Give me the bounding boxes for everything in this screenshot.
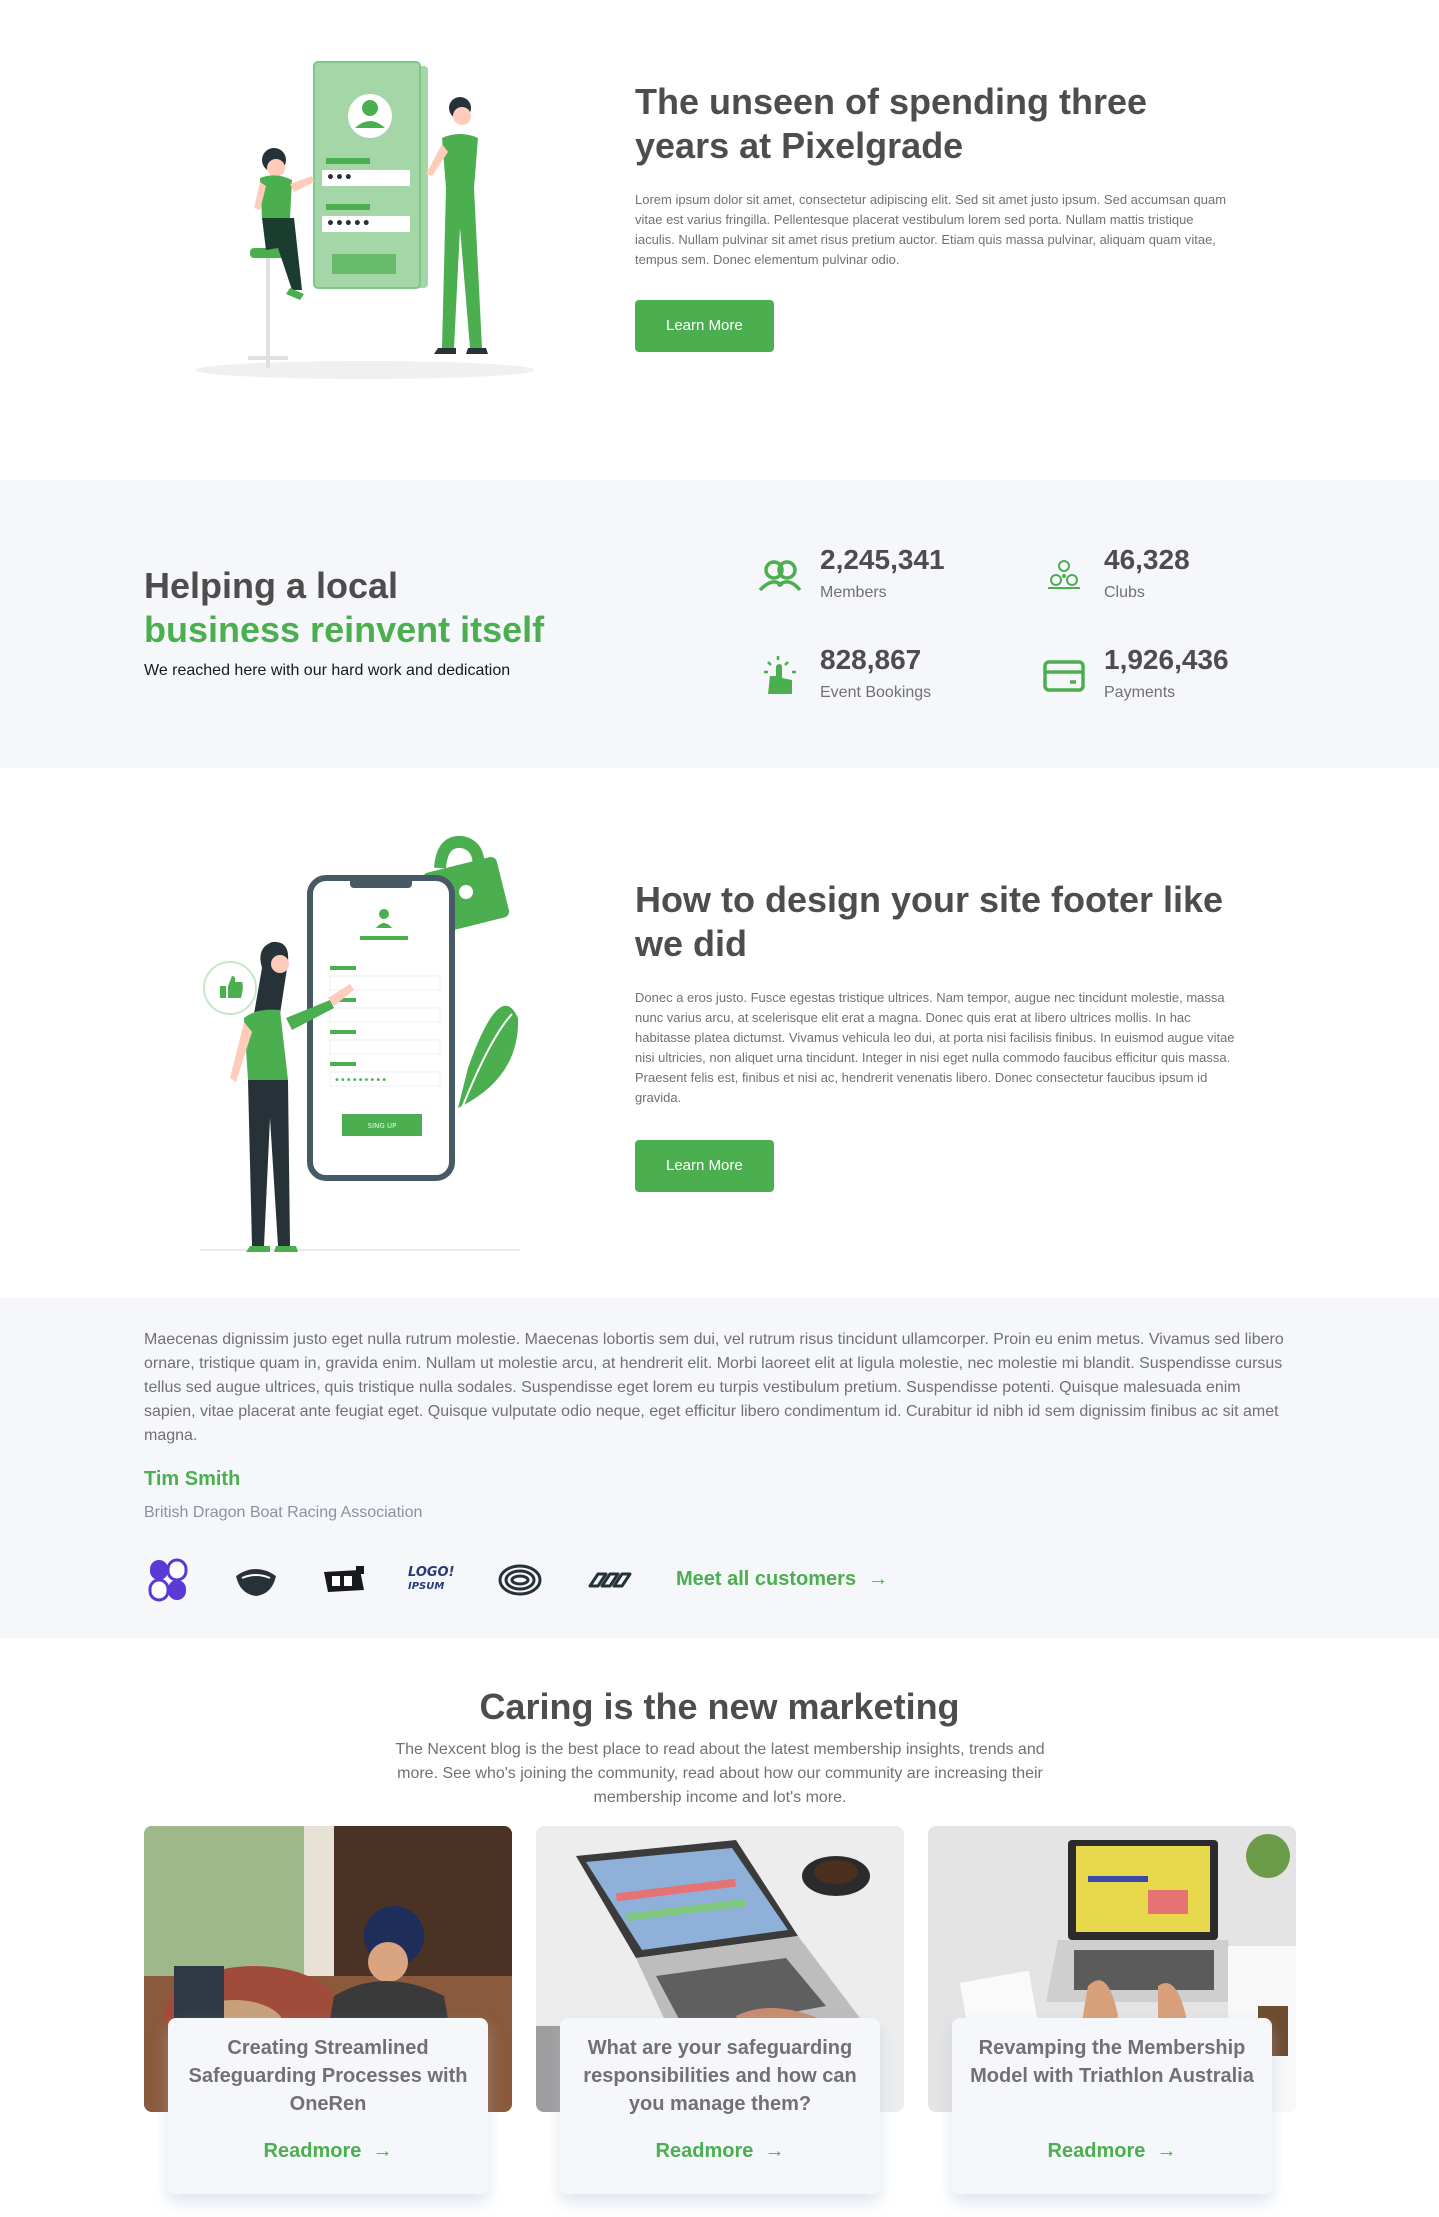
customer-logo-1[interactable] xyxy=(144,1556,192,1604)
feature-body: Lorem ipsum dolor sit amet, consectetur … xyxy=(635,192,1227,267)
readmore-label: Readmore xyxy=(263,2140,362,2162)
readmore-link[interactable]: Readmore → xyxy=(966,2140,1258,2163)
stats-section: Helping a local business reinvent itself… xyxy=(0,480,1439,768)
customer-logo-2[interactable] xyxy=(232,1556,280,1604)
learn-more-button[interactable]: Learn More xyxy=(635,1140,774,1192)
blog-card[interactable]: What are your safeguarding responsibilit… xyxy=(536,1826,904,2194)
stat-value: 46,328 xyxy=(1104,544,1190,575)
phone-signup-label: SING UP xyxy=(368,1122,397,1130)
learn-more-button[interactable]: Learn More xyxy=(635,300,774,352)
password-dots-1: ••• xyxy=(326,170,353,186)
stat-clubs: 46,328 Clubs xyxy=(1040,544,1320,614)
blog-card-title: Creating Streamlined Safeguarding Proces… xyxy=(188,2037,468,2115)
password-dots-2: ••••• xyxy=(326,216,371,232)
arrow-right-icon: → xyxy=(1156,2140,1177,2162)
testimonial-author: Tim Smith xyxy=(144,1468,241,1490)
customer-logo-3[interactable] xyxy=(320,1556,368,1604)
customer-logo-6[interactable] xyxy=(584,1556,632,1604)
stat-members: 2,245,341 Members xyxy=(756,544,1036,614)
event-bookings-icon xyxy=(764,656,796,694)
stat-label: Members xyxy=(820,584,887,601)
readmore-link[interactable]: Readmore → xyxy=(182,2140,474,2163)
customer-logo-4[interactable]: LOGO! IPSUM xyxy=(408,1556,464,1604)
blog-card-content: What are your safeguarding responsibilit… xyxy=(560,2018,880,2194)
stat-label: Payments xyxy=(1104,684,1176,701)
blog-card[interactable]: Revamping the Membership Model with Tria… xyxy=(928,1826,1296,2194)
customer-logo-5[interactable] xyxy=(496,1556,544,1604)
testimonial-quote: Maecenas dignissim justo eget nulla rutr… xyxy=(144,1331,1284,1444)
clubs-icon xyxy=(1048,560,1080,589)
feature-text: The unseen of spending three years at Pi… xyxy=(635,80,1235,352)
stats-heading: Helping a local business reinvent itself… xyxy=(144,564,574,680)
stat-event-bookings: 828,867 Event Bookings xyxy=(756,644,1036,714)
feature-title: The unseen of spending three years at Pi… xyxy=(635,81,1148,166)
stat-value: 828,867 xyxy=(820,644,922,675)
feature-body: Donec a eros justo. Fusce egestas tristi… xyxy=(635,990,1235,1105)
landing-page: ••• ••••• The unseen of spending three y… xyxy=(0,0,1439,2217)
meet-all-customers-link[interactable]: Meet all customers → xyxy=(676,1568,888,1591)
arrow-right-icon: → xyxy=(372,2140,393,2162)
logo-ipsum-text-2: IPSUM xyxy=(408,1581,445,1592)
arrow-right-icon: → xyxy=(764,2140,785,2162)
stat-label: Event Bookings xyxy=(820,684,932,701)
blog-card-content: Revamping the Membership Model with Tria… xyxy=(952,2018,1272,2194)
stat-label: Clubs xyxy=(1104,584,1145,601)
blog-card-title: Revamping the Membership Model with Tria… xyxy=(970,2037,1254,2087)
stats-subtitle: We reached here with our hard work and d… xyxy=(144,662,511,679)
blog-card-title: What are your safeguarding responsibilit… xyxy=(583,2037,857,2115)
blog-card[interactable]: Creating Streamlined Safeguarding Proces… xyxy=(144,1826,512,2194)
signup-illustration: ••••••••• SING UP xyxy=(200,818,530,1258)
login-illustration: ••• ••••• xyxy=(190,58,540,388)
logo-ipsum-text-1: LOGO! xyxy=(408,1565,455,1580)
blog-card-content: Creating Streamlined Safeguarding Proces… xyxy=(168,2018,488,2194)
arrow-right-icon: → xyxy=(868,1568,889,1590)
readmore-label: Readmore xyxy=(655,2140,754,2162)
testimonial-organization: British Dragon Boat Racing Association xyxy=(144,1504,423,1521)
payments-icon xyxy=(1043,660,1085,692)
blog-section: Caring is the new marketing The Nexcent … xyxy=(0,1638,1439,2217)
testimonial-section: Maecenas dignissim justo eget nulla rutr… xyxy=(0,1298,1439,1638)
blog-description: The Nexcent blog is the best place to re… xyxy=(395,1741,1045,1806)
feature-section-pixelgrade: ••• ••••• The unseen of spending three y… xyxy=(0,0,1439,480)
readmore-link[interactable]: Readmore → xyxy=(574,2140,866,2163)
stats-title-line1: Helping a local xyxy=(144,565,399,606)
readmore-label: Readmore xyxy=(1047,2140,1146,2162)
password-dots-3: ••••••••• xyxy=(334,1075,387,1086)
stat-value: 1,926,436 xyxy=(1104,644,1229,675)
meet-all-customers-label: Meet all customers xyxy=(676,1568,857,1590)
feature-text: How to design your site footer like we d… xyxy=(635,878,1235,1192)
stat-payments: 1,926,436 Payments xyxy=(1040,644,1320,714)
stat-value: 2,245,341 xyxy=(820,544,945,575)
feature-section-footer: ••••••••• SING UP How to design your sit… xyxy=(0,768,1439,1298)
blog-title: Caring is the new marketing xyxy=(479,1686,960,1727)
feature-title: How to design your site footer like we d… xyxy=(635,879,1224,964)
stats-title-line2: business reinvent itself xyxy=(144,609,545,650)
members-icon xyxy=(758,560,802,592)
